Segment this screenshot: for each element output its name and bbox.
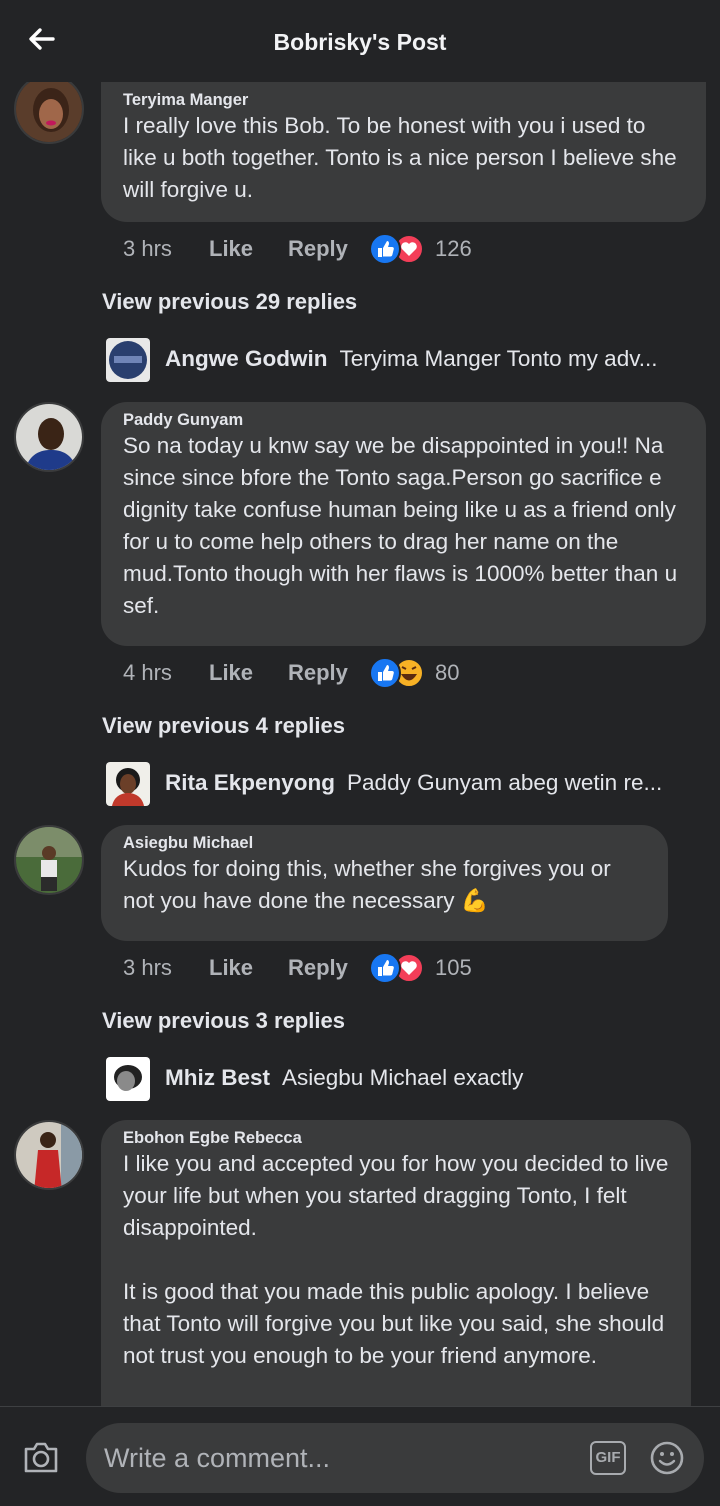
- comment-composer: Write a comment... GIF: [0, 1406, 720, 1506]
- comment-actions: 3 hrs Like Reply 126: [123, 233, 523, 266]
- like-button[interactable]: Like: [209, 955, 253, 981]
- smiley-icon[interactable]: [649, 1440, 685, 1476]
- reply-text: Teryima Manger Tonto my adv...: [339, 346, 658, 371]
- reaction-icons[interactable]: [369, 657, 431, 689]
- view-previous-replies[interactable]: View previous 4 replies: [102, 713, 345, 739]
- reply-button[interactable]: Reply: [288, 236, 348, 262]
- reaction-count[interactable]: 105: [435, 955, 472, 981]
- comment-time: 4 hrs: [123, 660, 172, 685]
- comment-text: I like you and accepted you for how you …: [123, 1151, 669, 1368]
- reply-text: Paddy Gunyam abeg wetin re...: [347, 770, 663, 795]
- avatar[interactable]: [14, 825, 84, 895]
- page-title: Bobrisky's Post: [273, 29, 447, 55]
- camera-icon[interactable]: [22, 1439, 60, 1475]
- gif-button[interactable]: GIF: [590, 1441, 626, 1475]
- reply-button[interactable]: Reply: [288, 660, 348, 686]
- comment-text: So na today u knw say we be disappointed…: [123, 433, 678, 618]
- avatar[interactable]: [106, 338, 150, 382]
- like-button[interactable]: Like: [209, 660, 253, 686]
- comment-author[interactable]: Asiegbu Michael: [123, 833, 646, 853]
- top-bar: Bobrisky's Post: [0, 0, 720, 82]
- reply-author[interactable]: Mhiz Best: [165, 1065, 270, 1090]
- comment-bubble[interactable]: Asiegbu Michael Kudos for doing this, wh…: [101, 825, 668, 941]
- avatar[interactable]: [106, 762, 150, 806]
- reply-line: Angwe Godwin Teryima Manger Tonto my adv.…: [165, 346, 658, 372]
- avatar[interactable]: [14, 1120, 84, 1190]
- avatar[interactable]: [14, 82, 84, 144]
- view-previous-replies[interactable]: View previous 3 replies: [102, 1008, 345, 1034]
- reaction-count[interactable]: 126: [435, 236, 472, 262]
- reply-text: Asiegbu Michael exactly: [282, 1065, 524, 1090]
- reaction-icons[interactable]: [369, 952, 431, 984]
- reply-preview[interactable]: Angwe Godwin Teryima Manger Tonto my adv.…: [106, 338, 706, 382]
- view-previous-replies[interactable]: View previous 29 replies: [102, 289, 357, 315]
- reply-author[interactable]: Rita Ekpenyong: [165, 770, 335, 795]
- reply-preview[interactable]: Rita Ekpenyong Paddy Gunyam abeg wetin re…: [106, 762, 706, 806]
- comment-bubble[interactable]: Paddy Gunyam So na today u knw say we be…: [101, 402, 706, 646]
- reply-preview[interactable]: Mhiz Best Asiegbu Michael exactly: [106, 1057, 706, 1101]
- comment-input-placeholder[interactable]: Write a comment...: [104, 1443, 330, 1474]
- comment-text: I really love this Bob. To be honest wit…: [123, 113, 677, 202]
- comment-input[interactable]: Write a comment... GIF: [86, 1423, 704, 1493]
- avatar[interactable]: [14, 402, 84, 472]
- reply-line: Rita Ekpenyong Paddy Gunyam abeg wetin re…: [165, 770, 662, 796]
- reaction-count[interactable]: 80: [435, 660, 459, 686]
- reply-author[interactable]: Angwe Godwin: [165, 346, 328, 371]
- reply-line: Mhiz Best Asiegbu Michael exactly: [165, 1065, 523, 1091]
- comment-bubble[interactable]: Teryima Manger I really love this Bob. T…: [101, 82, 706, 222]
- reaction-icons[interactable]: [369, 233, 431, 265]
- avatar[interactable]: [106, 1057, 150, 1101]
- comment-bubble[interactable]: Ebohon Egbe Rebecca I like you and accep…: [101, 1120, 691, 1406]
- comment-author[interactable]: Ebohon Egbe Rebecca: [123, 1128, 669, 1148]
- comment-feed[interactable]: Teryima Manger I really love this Bob. T…: [0, 82, 720, 1406]
- comment-author[interactable]: Paddy Gunyam: [123, 410, 684, 430]
- comment-time: 3 hrs: [123, 236, 172, 261]
- comment-author[interactable]: Teryima Manger: [123, 90, 684, 110]
- comment-time: 3 hrs: [123, 955, 172, 980]
- comment-actions: 3 hrs Like Reply 105: [123, 952, 523, 985]
- comment-actions: 4 hrs Like Reply 80: [123, 657, 523, 690]
- like-button[interactable]: Like: [209, 236, 253, 262]
- reply-button[interactable]: Reply: [288, 955, 348, 981]
- comment-text: Kudos for doing this, whether she forgiv…: [123, 856, 611, 913]
